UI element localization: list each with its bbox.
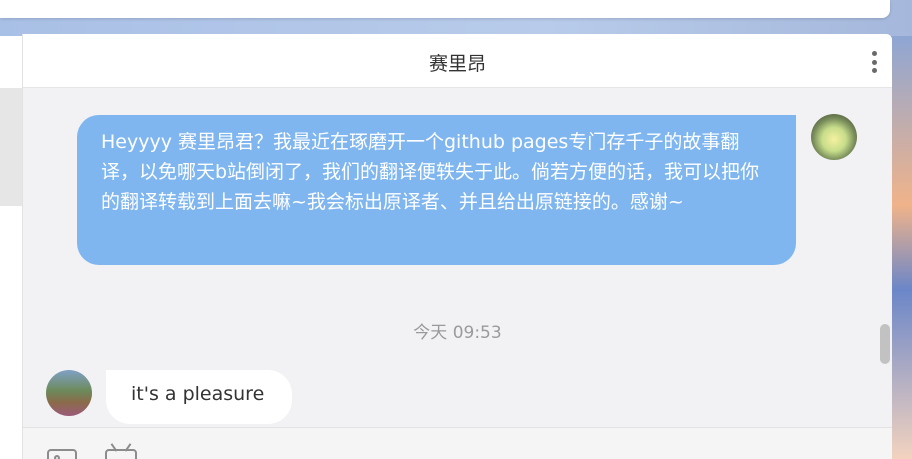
- scrollbar-thumb[interactable]: [880, 324, 890, 364]
- chat-title: 赛里昂: [428, 53, 486, 75]
- contact-avatar[interactable]: [46, 370, 92, 416]
- input-toolbar: [23, 427, 892, 459]
- scrollbar[interactable]: [878, 88, 892, 427]
- my-message-bubble: Heyyyy 赛里昂君？我最近在琢磨开一个github pages专门存千子的故…: [77, 115, 796, 265]
- tv-icon[interactable]: [105, 449, 137, 459]
- contact-message-bubble: it's a pleasure: [106, 370, 292, 424]
- image-icon[interactable]: [47, 449, 77, 459]
- my-avatar[interactable]: [811, 114, 857, 160]
- top-panel: [0, 0, 890, 18]
- chat-window: 赛里昂 Heyyyy 赛里昂君？我最近在琢磨开一个github pages专门存…: [22, 34, 892, 459]
- conversation-list-panel: [0, 36, 22, 459]
- more-vertical-icon[interactable]: [870, 51, 878, 73]
- message-timestamp: 今天 09:53: [413, 323, 502, 343]
- selected-conversation-highlight[interactable]: [0, 88, 22, 206]
- chat-header: 赛里昂: [23, 34, 892, 88]
